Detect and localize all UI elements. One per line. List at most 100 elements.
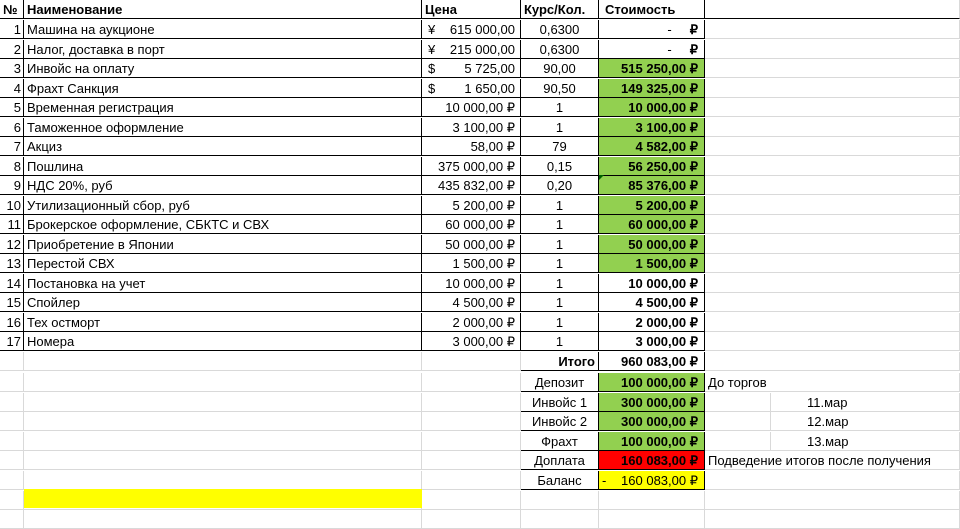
item-cost[interactable]: 56 250,00 ₽ [599, 157, 705, 176]
empty-cell[interactable] [705, 59, 960, 78]
item-name[interactable]: Акциз [24, 137, 422, 156]
empty-cell[interactable] [24, 432, 422, 451]
empty-cell[interactable] [705, 196, 960, 215]
item-name[interactable]: Номера [24, 332, 422, 351]
item-rate[interactable]: 1 [521, 118, 599, 137]
item-rate[interactable]: 1 [521, 332, 599, 351]
item-cost[interactable]: - ₽ [599, 20, 705, 39]
summary-note[interactable]: До торгов [705, 373, 960, 392]
empty-cell[interactable] [705, 510, 960, 529]
empty-cell[interactable] [705, 20, 960, 39]
empty-cell[interactable] [422, 352, 521, 371]
item-rate[interactable]: 90,50 [521, 79, 599, 98]
empty-cell[interactable] [422, 471, 521, 490]
item-cost[interactable]: 60 000,00 ₽ [599, 215, 705, 234]
row-number[interactable]: 12 [0, 235, 24, 254]
summary-label[interactable]: Депозит [521, 373, 599, 392]
item-rate[interactable]: 1 [521, 274, 599, 293]
empty-cell[interactable] [705, 352, 960, 371]
empty-cell[interactable] [521, 510, 599, 529]
item-name[interactable]: Фрахт Санкция [24, 79, 422, 98]
header-no[interactable]: № [0, 0, 24, 19]
empty-cell[interactable] [0, 432, 24, 451]
empty-cell[interactable] [24, 451, 422, 470]
empty-cell[interactable] [705, 393, 771, 412]
summary-value[interactable]: 160 083,00 ₽ [599, 451, 705, 470]
empty-cell[interactable] [0, 491, 24, 510]
empty-cell[interactable] [0, 471, 24, 490]
item-cost[interactable]: 10 000,00 ₽ [599, 98, 705, 117]
empty-cell[interactable] [705, 118, 960, 137]
item-price[interactable]: 60 000,00 ₽ [422, 215, 521, 234]
item-price[interactable]: ¥215 000,00 [422, 40, 521, 59]
item-price[interactable]: 50 000,00 ₽ [422, 235, 521, 254]
row-number[interactable]: 5 [0, 98, 24, 117]
item-rate[interactable]: 0,6300 [521, 20, 599, 39]
item-name[interactable]: Брокерское оформление, СБКТС и СВХ [24, 215, 422, 234]
row-number[interactable]: 4 [0, 79, 24, 98]
item-rate[interactable]: 1 [521, 254, 599, 273]
header-price[interactable]: Цена [422, 0, 521, 19]
item-name[interactable]: Пошлина [24, 157, 422, 176]
empty-cell[interactable] [705, 332, 960, 351]
empty-cell[interactable] [0, 373, 24, 392]
item-price[interactable]: 4 500,00 ₽ [422, 293, 521, 312]
empty-cell[interactable] [24, 373, 422, 392]
summary-date[interactable]: 12.мар [771, 412, 960, 431]
item-cost[interactable]: 149 325,00 ₽ [599, 79, 705, 98]
item-rate[interactable]: 0,6300 [521, 40, 599, 59]
item-price[interactable]: $1 650,00 [422, 79, 521, 98]
empty-cell[interactable] [24, 352, 422, 371]
item-name[interactable]: Тех остморт [24, 313, 422, 332]
empty-cell[interactable] [422, 432, 521, 451]
empty-cell[interactable] [705, 215, 960, 234]
empty-cell[interactable] [422, 451, 521, 470]
item-name[interactable]: Постановка на учет [24, 274, 422, 293]
summary-value[interactable]: -160 083,00 ₽ [599, 471, 705, 490]
row-number[interactable]: 17 [0, 332, 24, 351]
summary-note[interactable] [705, 471, 960, 490]
header-rate[interactable]: Курс/Кол. [521, 0, 599, 19]
item-cost[interactable]: 3 100,00 ₽ [599, 118, 705, 137]
empty-cell[interactable] [422, 393, 521, 412]
summary-date[interactable]: 13.мар [771, 432, 960, 451]
summary-date[interactable]: 11.мар [771, 393, 960, 412]
row-number[interactable]: 3 [0, 59, 24, 78]
item-rate[interactable]: 79 [521, 137, 599, 156]
empty-cell[interactable] [705, 254, 960, 273]
empty-cell[interactable] [705, 491, 960, 510]
empty-cell[interactable] [0, 393, 24, 412]
empty-cell[interactable] [705, 157, 960, 176]
empty-cell[interactable] [0, 451, 24, 470]
summary-note[interactable]: Подведение итогов после получения [705, 451, 960, 470]
row-number[interactable]: 2 [0, 40, 24, 59]
empty-cell[interactable] [705, 313, 960, 332]
empty-cell[interactable] [0, 412, 24, 431]
item-name[interactable]: Таможенное оформление [24, 118, 422, 137]
item-price[interactable]: 10 000,00 ₽ [422, 98, 521, 117]
empty-cell[interactable] [705, 40, 960, 59]
row-number[interactable]: 10 [0, 196, 24, 215]
item-name[interactable]: Временная регистрация [24, 98, 422, 117]
item-rate[interactable]: 1 [521, 196, 599, 215]
empty-cell[interactable] [521, 491, 599, 510]
item-cost[interactable]: 85 376,00 ₽ [599, 176, 705, 195]
item-name[interactable]: Машина на аукционе [24, 20, 422, 39]
item-name[interactable]: Перестой СВХ [24, 254, 422, 273]
item-name[interactable]: Налог, доставка в порт [24, 40, 422, 59]
summary-label[interactable]: Инвойс 2 [521, 412, 599, 431]
empty-cell[interactable] [599, 491, 705, 510]
item-cost[interactable]: 515 250,00 ₽ [599, 59, 705, 78]
item-name[interactable]: Приобретение в Японии [24, 235, 422, 254]
yellow-highlight-cell[interactable] [24, 489, 422, 508]
item-name[interactable]: НДС 20%, руб [24, 176, 422, 195]
item-cost[interactable]: 50 000,00 ₽ [599, 235, 705, 254]
item-price[interactable]: 3 000,00 ₽ [422, 332, 521, 351]
header-cost[interactable]: Стоимость [599, 0, 705, 19]
empty-cell[interactable] [705, 274, 960, 293]
row-number[interactable]: 11 [0, 215, 24, 234]
row-number[interactable]: 8 [0, 157, 24, 176]
item-rate[interactable]: 1 [521, 98, 599, 117]
item-name[interactable]: Спойлер [24, 293, 422, 312]
item-price[interactable]: 1 500,00 ₽ [422, 254, 521, 273]
